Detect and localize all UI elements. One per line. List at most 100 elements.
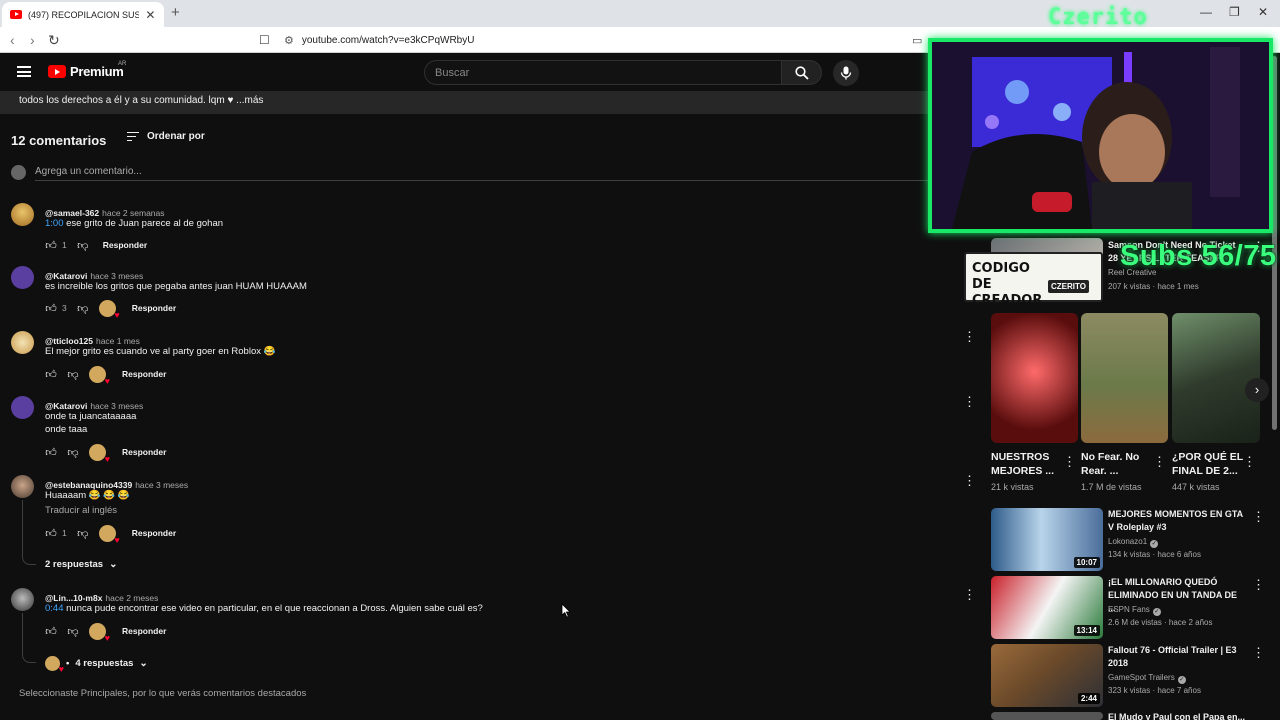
- restore-icon[interactable]: ❐: [1229, 5, 1240, 19]
- more-options-icon[interactable]: ⋮: [1252, 510, 1265, 523]
- more-options-icon[interactable]: ⋮: [963, 330, 976, 343]
- creator-heart-icon: [89, 365, 110, 386]
- video-thumbnail[interactable]: 13:14: [991, 576, 1103, 639]
- dislike-icon[interactable]: 👎︎: [77, 302, 89, 315]
- short-thumbnail[interactable]: [1172, 313, 1260, 443]
- reply-button[interactable]: Responder: [132, 303, 176, 313]
- sort-label: Ordenar por: [147, 131, 205, 142]
- short-thumbnail[interactable]: [1081, 313, 1168, 443]
- creator-heart-icon: [98, 299, 120, 320]
- avatar[interactable]: [11, 266, 34, 289]
- chevron-down-icon: ⌄: [139, 658, 148, 669]
- video-title[interactable]: El Mudo y Paul con el Papa en...: [1108, 711, 1246, 720]
- translate-link[interactable]: Traducir al inglés: [45, 505, 117, 516]
- dislike-icon[interactable]: 👎︎: [67, 446, 79, 459]
- channel-name[interactable]: Lokonazo1 ✓: [1108, 537, 1159, 548]
- shelf-next-button[interactable]: ›: [1245, 378, 1269, 402]
- webcam-feed: [932, 42, 1269, 229]
- like-icon[interactable]: 👍︎: [45, 302, 57, 315]
- menu-icon[interactable]: [17, 66, 31, 77]
- more-options-icon[interactable]: ⋮: [1252, 646, 1265, 659]
- add-comment-input[interactable]: Agrega un comentario...: [35, 166, 935, 181]
- short-title[interactable]: NUESTROS MEJORES ...: [991, 450, 1063, 478]
- sort-icon: [127, 131, 139, 142]
- like-icon[interactable]: 👍︎: [45, 527, 57, 540]
- comment-time[interactable]: hace 3 meses: [135, 480, 188, 490]
- like-icon[interactable]: 👍︎: [45, 368, 57, 381]
- short-thumbnail[interactable]: [991, 313, 1078, 443]
- reply-button[interactable]: Responder: [122, 626, 166, 636]
- more-options-icon[interactable]: ⋮: [1153, 455, 1166, 468]
- avatar[interactable]: [11, 588, 34, 611]
- comment-text: 1:00 ese grito de Juan parece al de goha…: [45, 218, 224, 229]
- like-count: 1: [62, 240, 67, 250]
- minimize-icon[interactable]: —: [1200, 5, 1212, 19]
- thread-hook: [22, 553, 36, 565]
- subs-counter-overlay: Subs 56/75: [1120, 240, 1277, 272]
- more-options-icon[interactable]: ⋮: [963, 474, 976, 487]
- like-icon[interactable]: 👍︎: [45, 446, 57, 459]
- timestamp-link[interactable]: 1:00: [45, 218, 64, 229]
- browser-tab[interactable]: (497) RECOPILACION SUSTOS D ✕: [2, 2, 164, 27]
- youtube-logo[interactable]: Premium AR: [48, 61, 126, 79]
- timestamp-link[interactable]: 0:44: [45, 603, 64, 614]
- video-title[interactable]: MEJORES MOMENTOS EN GTA V Roleplay #3: [1108, 508, 1246, 534]
- thread-hook: [22, 651, 36, 663]
- reload-icon[interactable]: ↻: [48, 32, 60, 49]
- url-text: youtube.com/watch?v=e3kCPqWRbyU: [301, 34, 475, 46]
- video-stats: 134 k vistas · hace 6 años: [1108, 550, 1201, 559]
- replies-count: 2 respuestas: [45, 559, 104, 570]
- search-icon: [794, 65, 809, 80]
- new-tab-icon[interactable]: +: [171, 4, 180, 21]
- sort-button[interactable]: Ordenar por: [127, 131, 205, 142]
- description-box[interactable]: todos los derechos a él y a su comunidad…: [0, 91, 935, 114]
- video-thumbnail[interactable]: 2:44: [991, 644, 1103, 707]
- more-options-icon[interactable]: ⋮: [963, 395, 976, 408]
- dislike-icon[interactable]: 👎︎: [77, 527, 89, 540]
- avatar[interactable]: [11, 203, 34, 226]
- reply-button[interactable]: Responder: [132, 528, 176, 538]
- avatar[interactable]: [11, 396, 34, 419]
- webcam-overlay: [928, 38, 1273, 233]
- video-duration: 13:14: [1073, 625, 1100, 636]
- more-options-icon[interactable]: ⋮: [1252, 578, 1265, 591]
- avatar[interactable]: [11, 331, 34, 354]
- close-tab-icon[interactable]: ✕: [145, 8, 156, 22]
- more-options-icon[interactable]: ⋮: [963, 588, 976, 601]
- forward-icon[interactable]: ›: [30, 32, 35, 48]
- video-thumbnail[interactable]: 10:07: [991, 508, 1103, 571]
- reply-button[interactable]: Responder: [122, 369, 166, 379]
- like-icon[interactable]: 👍︎: [45, 625, 57, 638]
- show-replies-button[interactable]: 2 respuestas ⌄: [45, 559, 117, 570]
- avatar[interactable]: [11, 475, 34, 498]
- dislike-icon[interactable]: 👎︎: [77, 239, 89, 252]
- reply-button[interactable]: Responder: [103, 240, 147, 250]
- video-stats: 323 k vistas · hace 7 años: [1108, 686, 1201, 695]
- dislike-icon[interactable]: 👎︎: [67, 368, 79, 381]
- more-options-icon[interactable]: ⋮: [1243, 455, 1256, 468]
- omnibox[interactable]: ⚙ youtube.com/watch?v=e3kCPqWRbyU: [258, 30, 938, 50]
- channel-name[interactable]: ESPN Fans ✓: [1108, 605, 1161, 616]
- voice-search-button[interactable]: [833, 60, 859, 86]
- cast-icon[interactable]: ▭: [912, 34, 922, 47]
- show-replies-button[interactable]: • 4 respuestas ⌄: [45, 656, 148, 674]
- back-icon[interactable]: ‹: [10, 32, 15, 48]
- short-title[interactable]: ¿POR QUÉ EL FINAL DE 2...: [1172, 450, 1244, 478]
- comment-text: El mejor grito es cuando ve al party goe…: [45, 346, 276, 357]
- reply-button[interactable]: Responder: [122, 447, 166, 457]
- close-window-icon[interactable]: ✕: [1258, 5, 1268, 19]
- creator-code-text: CODIGO DE CREADOR: [972, 261, 1043, 308]
- creator-code-badge: CZERITO: [1048, 280, 1089, 293]
- creator-heart-icon: [89, 622, 110, 643]
- dislike-icon[interactable]: 👎︎: [67, 625, 79, 638]
- like-icon[interactable]: 👍︎: [45, 239, 57, 252]
- video-thumbnail[interactable]: [991, 712, 1103, 720]
- search-input[interactable]: Buscar: [424, 60, 782, 85]
- channel-name[interactable]: GameSpot Trailers ✓: [1108, 673, 1186, 684]
- search-button[interactable]: [781, 60, 822, 85]
- short-title[interactable]: No Fear. No Rear. ...: [1081, 450, 1153, 478]
- more-options-icon[interactable]: ⋮: [1063, 455, 1076, 468]
- like-count: 1: [62, 528, 67, 538]
- site-info-icon[interactable]: ⚙: [284, 34, 294, 47]
- video-title[interactable]: Fallout 76 - Official Trailer | E3 2018: [1108, 644, 1246, 670]
